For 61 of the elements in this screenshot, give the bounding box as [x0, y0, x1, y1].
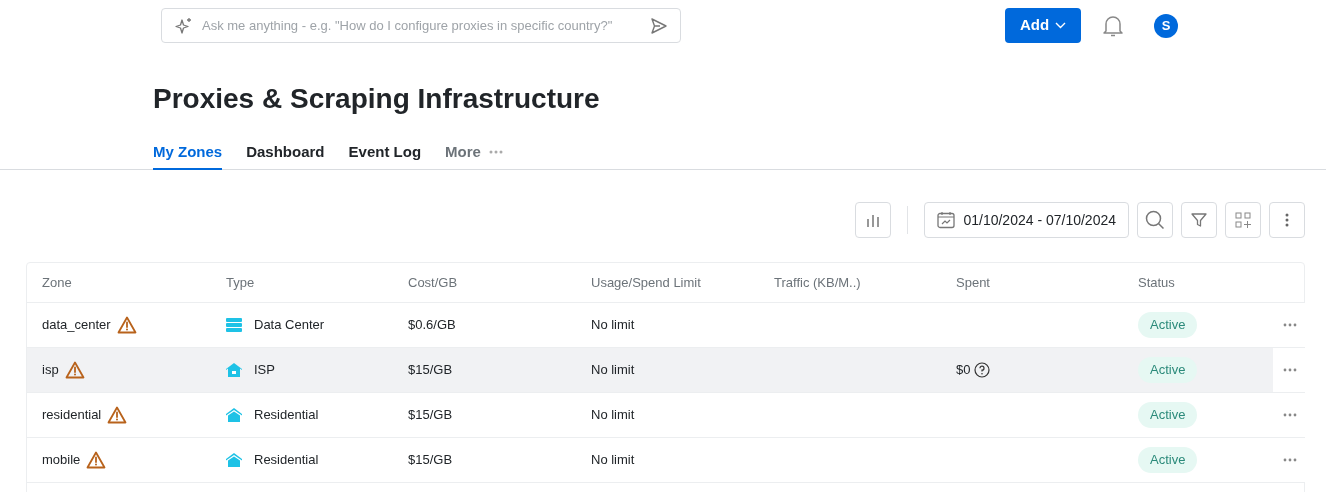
column-header: Spent	[956, 274, 990, 290]
status-badge: Active	[1138, 447, 1198, 473]
tab[interactable]: Event Log	[348, 136, 422, 170]
table-cell-text: Residential	[254, 406, 319, 425]
column-header: Usage/Spend Limit	[591, 274, 701, 290]
more-options-icon[interactable]	[1282, 413, 1297, 417]
table-cell-text: $15/GB	[408, 406, 453, 425]
status-badge: Active	[1138, 312, 1198, 338]
date-range-picker[interactable]: 01/10/2024 - 07/10/2024	[924, 202, 1129, 238]
table-row[interactable]: isp ISP $15/GB No limit $0 Active	[27, 348, 1304, 393]
chart-button[interactable]	[855, 202, 892, 238]
page-title: Proxies & Scraping Infrastructure	[153, 82, 600, 116]
search-button[interactable]	[1137, 202, 1173, 238]
zone-name[interactable]: mobile	[42, 450, 81, 470]
table-cell-text: No limit	[591, 361, 635, 380]
dots-icon	[488, 150, 503, 154]
chevron-down-icon	[1055, 22, 1067, 29]
search-input[interactable]: Ask me anything - e.g. "How do I configure proxies in specific country?"	[202, 15, 642, 36]
avatar[interactable]: S	[1154, 13, 1178, 38]
bell-icon[interactable]	[1102, 13, 1124, 38]
column-header: Status	[1138, 274, 1175, 290]
status-badge: Active	[1138, 357, 1198, 383]
table-cell-text: Residential	[254, 451, 319, 470]
table-row[interactable]: mobile Residential $15/GB No limit Active	[27, 438, 1304, 483]
status-badge: Active	[1138, 402, 1198, 428]
table-row[interactable]: residential Residential $15/GB No limit Active	[27, 393, 1304, 438]
table-cell-text: $15/GB	[408, 361, 453, 380]
table-row[interactable]: data_center Data Center $0.6/GB No limit Active	[27, 303, 1304, 348]
send-icon[interactable]	[650, 16, 668, 35]
column-header: Cost/GB	[408, 274, 458, 290]
zone-name[interactable]: isp	[42, 360, 59, 380]
column-header: Traffic (KB/M..)	[774, 274, 861, 290]
column-header: Zone	[42, 274, 72, 290]
more-tab[interactable]: More	[445, 136, 503, 170]
sparkle-icon	[174, 15, 194, 36]
table-cell-text: No limit	[591, 451, 635, 470]
search-icon	[1145, 210, 1165, 230]
zone-name[interactable]: residential	[42, 405, 102, 425]
column-header: Type	[226, 274, 255, 290]
table-cell-text: No limit	[591, 406, 635, 425]
table-cell-text: ISP	[254, 361, 275, 380]
table-cell-text: Data Center	[254, 316, 325, 335]
filter-icon	[1191, 212, 1207, 228]
tab[interactable]: My Zones	[153, 136, 223, 170]
grid-plus-icon	[1235, 212, 1251, 228]
more-options-icon[interactable]	[1282, 458, 1297, 462]
tab[interactable]: Dashboard	[246, 136, 325, 170]
table-cell-text: $0	[956, 361, 971, 380]
table-cell-text: $15/GB	[408, 451, 453, 470]
filter-button[interactable]	[1181, 202, 1217, 238]
more-options-icon[interactable]	[1282, 323, 1297, 327]
search-field[interactable]: Ask me anything - e.g. "How do I configure proxies in specific country?"	[161, 8, 681, 43]
add-button[interactable]: Add	[1005, 8, 1081, 43]
calendar-icon	[937, 211, 956, 229]
table-cell-text: $0.6/GB	[408, 316, 456, 335]
help-icon[interactable]	[974, 362, 991, 378]
more-options-icon[interactable]	[1282, 368, 1297, 372]
kebab-icon	[1285, 213, 1289, 227]
zone-name[interactable]: data_center	[42, 315, 111, 335]
bar-chart-icon	[866, 213, 881, 227]
table-cell-text: No limit	[591, 316, 635, 335]
